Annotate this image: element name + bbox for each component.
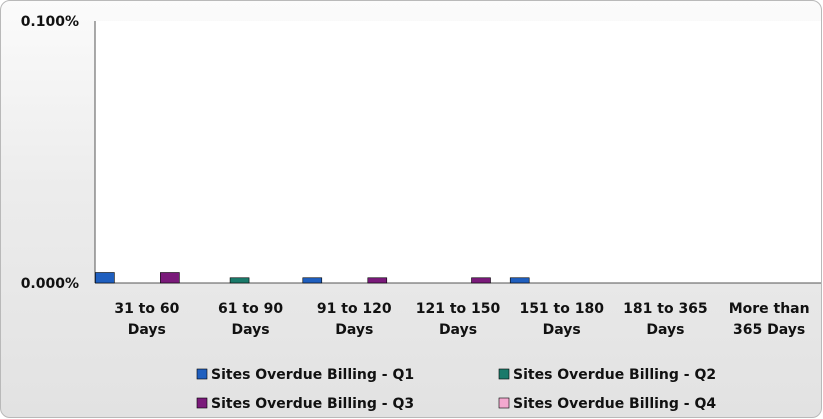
y-tick-label-bottom: 0.000%	[21, 276, 79, 292]
category-label-4-line-1: 121 to 150	[416, 301, 501, 317]
category-label-3-line-2: Days	[335, 322, 373, 338]
category-label-2-line-1: 61 to 90	[218, 301, 283, 317]
bar-s1-c3	[302, 277, 323, 284]
category-label-6-line-1: 181 to 365	[623, 301, 708, 317]
legend-swatch-3	[196, 397, 208, 409]
legend-label-2: Sites Overdue Billing - Q2	[513, 367, 716, 383]
category-label-7-line-2: 365 Days	[733, 322, 805, 338]
category-label-3-line-1: 91 to 120	[317, 301, 392, 317]
legend: Sites Overdue Billing - Q1 Sites Overdue …	[196, 367, 716, 412]
category-labels: 31 to 60 Days 61 to 90 Days 91 to 120 Days 121…	[114, 301, 809, 338]
category-label-5-line-2: Days	[543, 322, 581, 338]
legend-swatch-4	[498, 397, 510, 409]
category-label-2-line-2: Days	[232, 322, 270, 338]
bar-s3-c4	[471, 277, 491, 284]
plot-area	[95, 21, 821, 283]
bar-s3-c1	[160, 272, 180, 284]
y-tick-label-top: 0.100%	[21, 14, 79, 30]
legend-swatch-1	[196, 368, 208, 380]
bar-s1-c1	[95, 272, 115, 284]
bar-chart: 0.100% 0.000% 31 to 60 Days 61 to 90 Days 91…	[21, 14, 821, 412]
bar-s2-c2	[229, 277, 250, 284]
legend-label-1: Sites Overdue Billing - Q1	[211, 367, 414, 383]
chart-container: 0.100% 0.000% 31 to 60 Days 61 to 90 Days 91…	[0, 0, 822, 418]
category-label-1-line-2: Days	[128, 322, 166, 338]
category-label-5-line-1: 151 to 180	[519, 301, 604, 317]
bar-s1-c5	[509, 277, 530, 284]
category-label-6-line-2: Days	[646, 322, 684, 338]
legend-swatch-2	[498, 368, 510, 380]
category-label-7-line-1: More than	[729, 301, 810, 317]
category-label-1-line-1: 31 to 60	[114, 301, 179, 317]
category-label-4-line-2: Days	[439, 322, 477, 338]
bar-s3-c3	[367, 277, 388, 284]
legend-label-3: Sites Overdue Billing - Q3	[211, 396, 414, 412]
legend-label-4: Sites Overdue Billing - Q4	[513, 396, 716, 412]
